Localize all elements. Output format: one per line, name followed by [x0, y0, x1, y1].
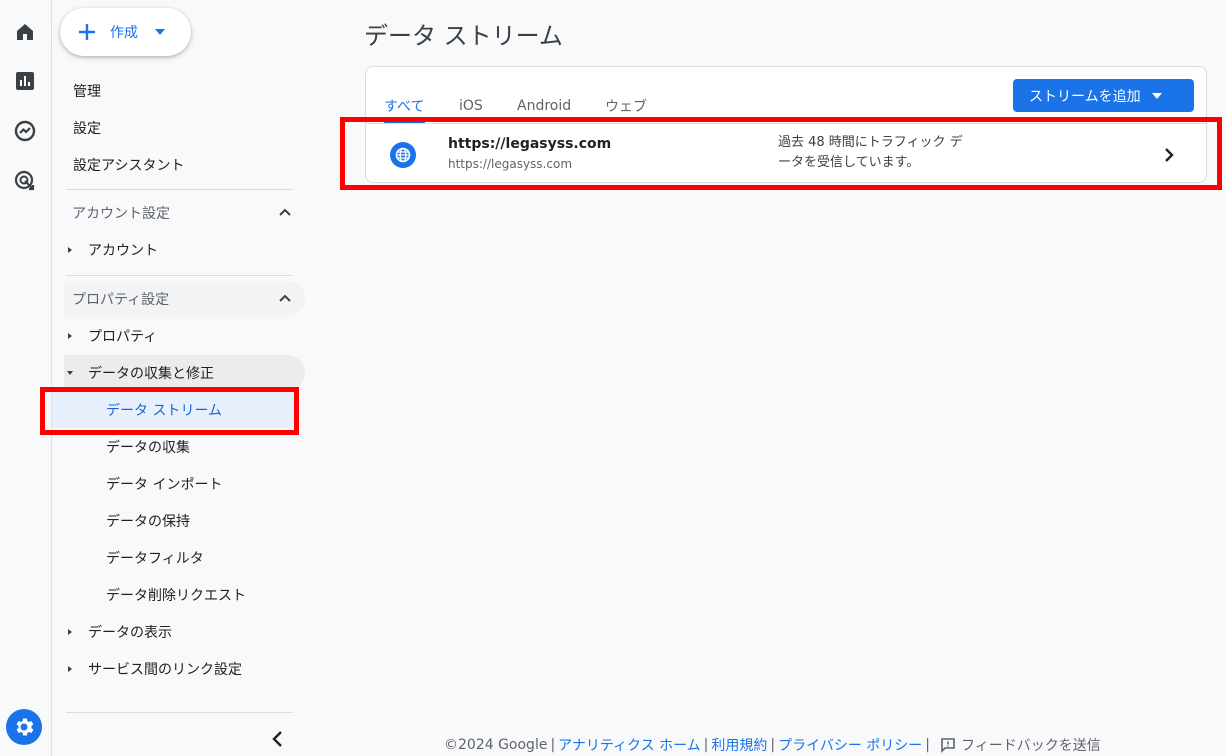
tab-web[interactable]: ウェブ	[605, 90, 647, 122]
globe-icon	[390, 142, 416, 168]
status-line: ータを受信しています。	[778, 155, 920, 170]
create-button[interactable]: 作成	[60, 8, 191, 56]
nav-label: プロパティ	[88, 329, 158, 345]
divider	[66, 712, 293, 713]
property-settings-header[interactable]: プロパティ設定	[64, 281, 305, 317]
stream-status: 過去 48 時間にトラフィック デ ータを受信しています。	[778, 133, 998, 173]
page-title: データ ストリーム	[364, 22, 563, 50]
stream-name: https://legasyss.com	[448, 136, 612, 152]
account-settings-header[interactable]: アカウント設定	[64, 195, 305, 231]
footer-link-analytics-home[interactable]: アナリティクス ホーム	[558, 735, 701, 755]
tab-all[interactable]: すべて	[384, 90, 424, 122]
chevron-up-icon	[279, 294, 291, 302]
triangle-right-icon	[68, 629, 72, 635]
caret-down-icon	[155, 29, 165, 35]
nav-data-display[interactable]: データの表示	[64, 614, 305, 650]
nav-setup-assistant[interactable]: 設定アシスタント	[73, 147, 313, 183]
tab-ios[interactable]: iOS	[459, 90, 483, 122]
divider	[66, 275, 293, 276]
nav-service-links[interactable]: サービス間のリンク設定	[64, 651, 305, 687]
stream-row[interactable]: https://legasyss.com https://legasyss.co…	[366, 124, 1206, 182]
footer-link-terms[interactable]: 利用規約	[711, 735, 767, 755]
gear-icon[interactable]	[6, 709, 42, 745]
triangle-down-icon	[67, 371, 73, 375]
section-title: アカウント設定	[72, 206, 170, 222]
plus-icon	[79, 24, 95, 40]
nav-data-collection-sub[interactable]: データの収集	[52, 429, 300, 465]
divider	[66, 189, 293, 190]
footer-link-privacy[interactable]: プライバシー ポリシー	[778, 735, 922, 755]
admin-nav: 作成 管理 設定 設定アシスタント アカウント設定 アカウント プロパティ設定 …	[52, 0, 312, 756]
chevron-up-icon	[279, 208, 291, 216]
nav-admin[interactable]: 管理	[73, 73, 313, 109]
nav-label: データの表示	[88, 625, 172, 641]
streams-card: すべて iOS Android ウェブ ストリームを追加 https://leg…	[365, 66, 1207, 183]
triangle-right-icon	[68, 247, 72, 253]
home-icon[interactable]	[13, 20, 37, 44]
nav-data-import[interactable]: データ インポート	[52, 466, 300, 502]
section-title: プロパティ設定	[72, 292, 170, 308]
chevron-right-icon[interactable]	[1158, 144, 1180, 166]
nav-label: サービス間のリンク設定	[88, 662, 242, 678]
status-line: 過去 48 時間にトラフィック デ	[778, 135, 963, 150]
copyright: ©2024 Google	[444, 737, 548, 753]
caret-down-icon	[1151, 92, 1162, 99]
nav-label: アカウント	[88, 243, 158, 259]
nav-label: データの収集と修正	[88, 366, 214, 382]
advertising-icon[interactable]	[13, 169, 37, 193]
chevron-left-icon[interactable]	[266, 727, 290, 751]
nav-account[interactable]: アカウント	[64, 232, 305, 268]
create-label: 作成	[110, 25, 138, 41]
add-stream-button[interactable]: ストリームを追加	[1013, 79, 1194, 112]
nav-data-retention[interactable]: データの保持	[52, 503, 300, 539]
explore-icon[interactable]	[13, 119, 37, 143]
triangle-right-icon	[68, 333, 72, 339]
nav-data-deletion[interactable]: データ削除リクエスト	[52, 577, 300, 613]
nav-data-filters[interactable]: データフィルタ	[52, 540, 300, 576]
feedback-link[interactable]: フィードバックを送信	[961, 735, 1101, 755]
nav-settings[interactable]: 設定	[73, 110, 313, 146]
icon-rail	[0, 0, 52, 756]
nav-data-collection[interactable]: データの収集と修正	[64, 355, 305, 391]
reports-icon[interactable]	[13, 69, 37, 93]
triangle-right-icon	[68, 666, 72, 672]
nav-property[interactable]: プロパティ	[64, 318, 305, 354]
feedback-icon	[941, 738, 955, 753]
nav-data-streams[interactable]: データ ストリーム	[52, 392, 298, 428]
stream-url: https://legasyss.com	[448, 157, 573, 171]
footer: ©2024 Google | アナリティクス ホーム | 利用規約 | プライバ…	[444, 735, 1101, 755]
tab-android[interactable]: Android	[517, 90, 571, 122]
add-stream-label: ストリームを追加	[1029, 88, 1141, 105]
